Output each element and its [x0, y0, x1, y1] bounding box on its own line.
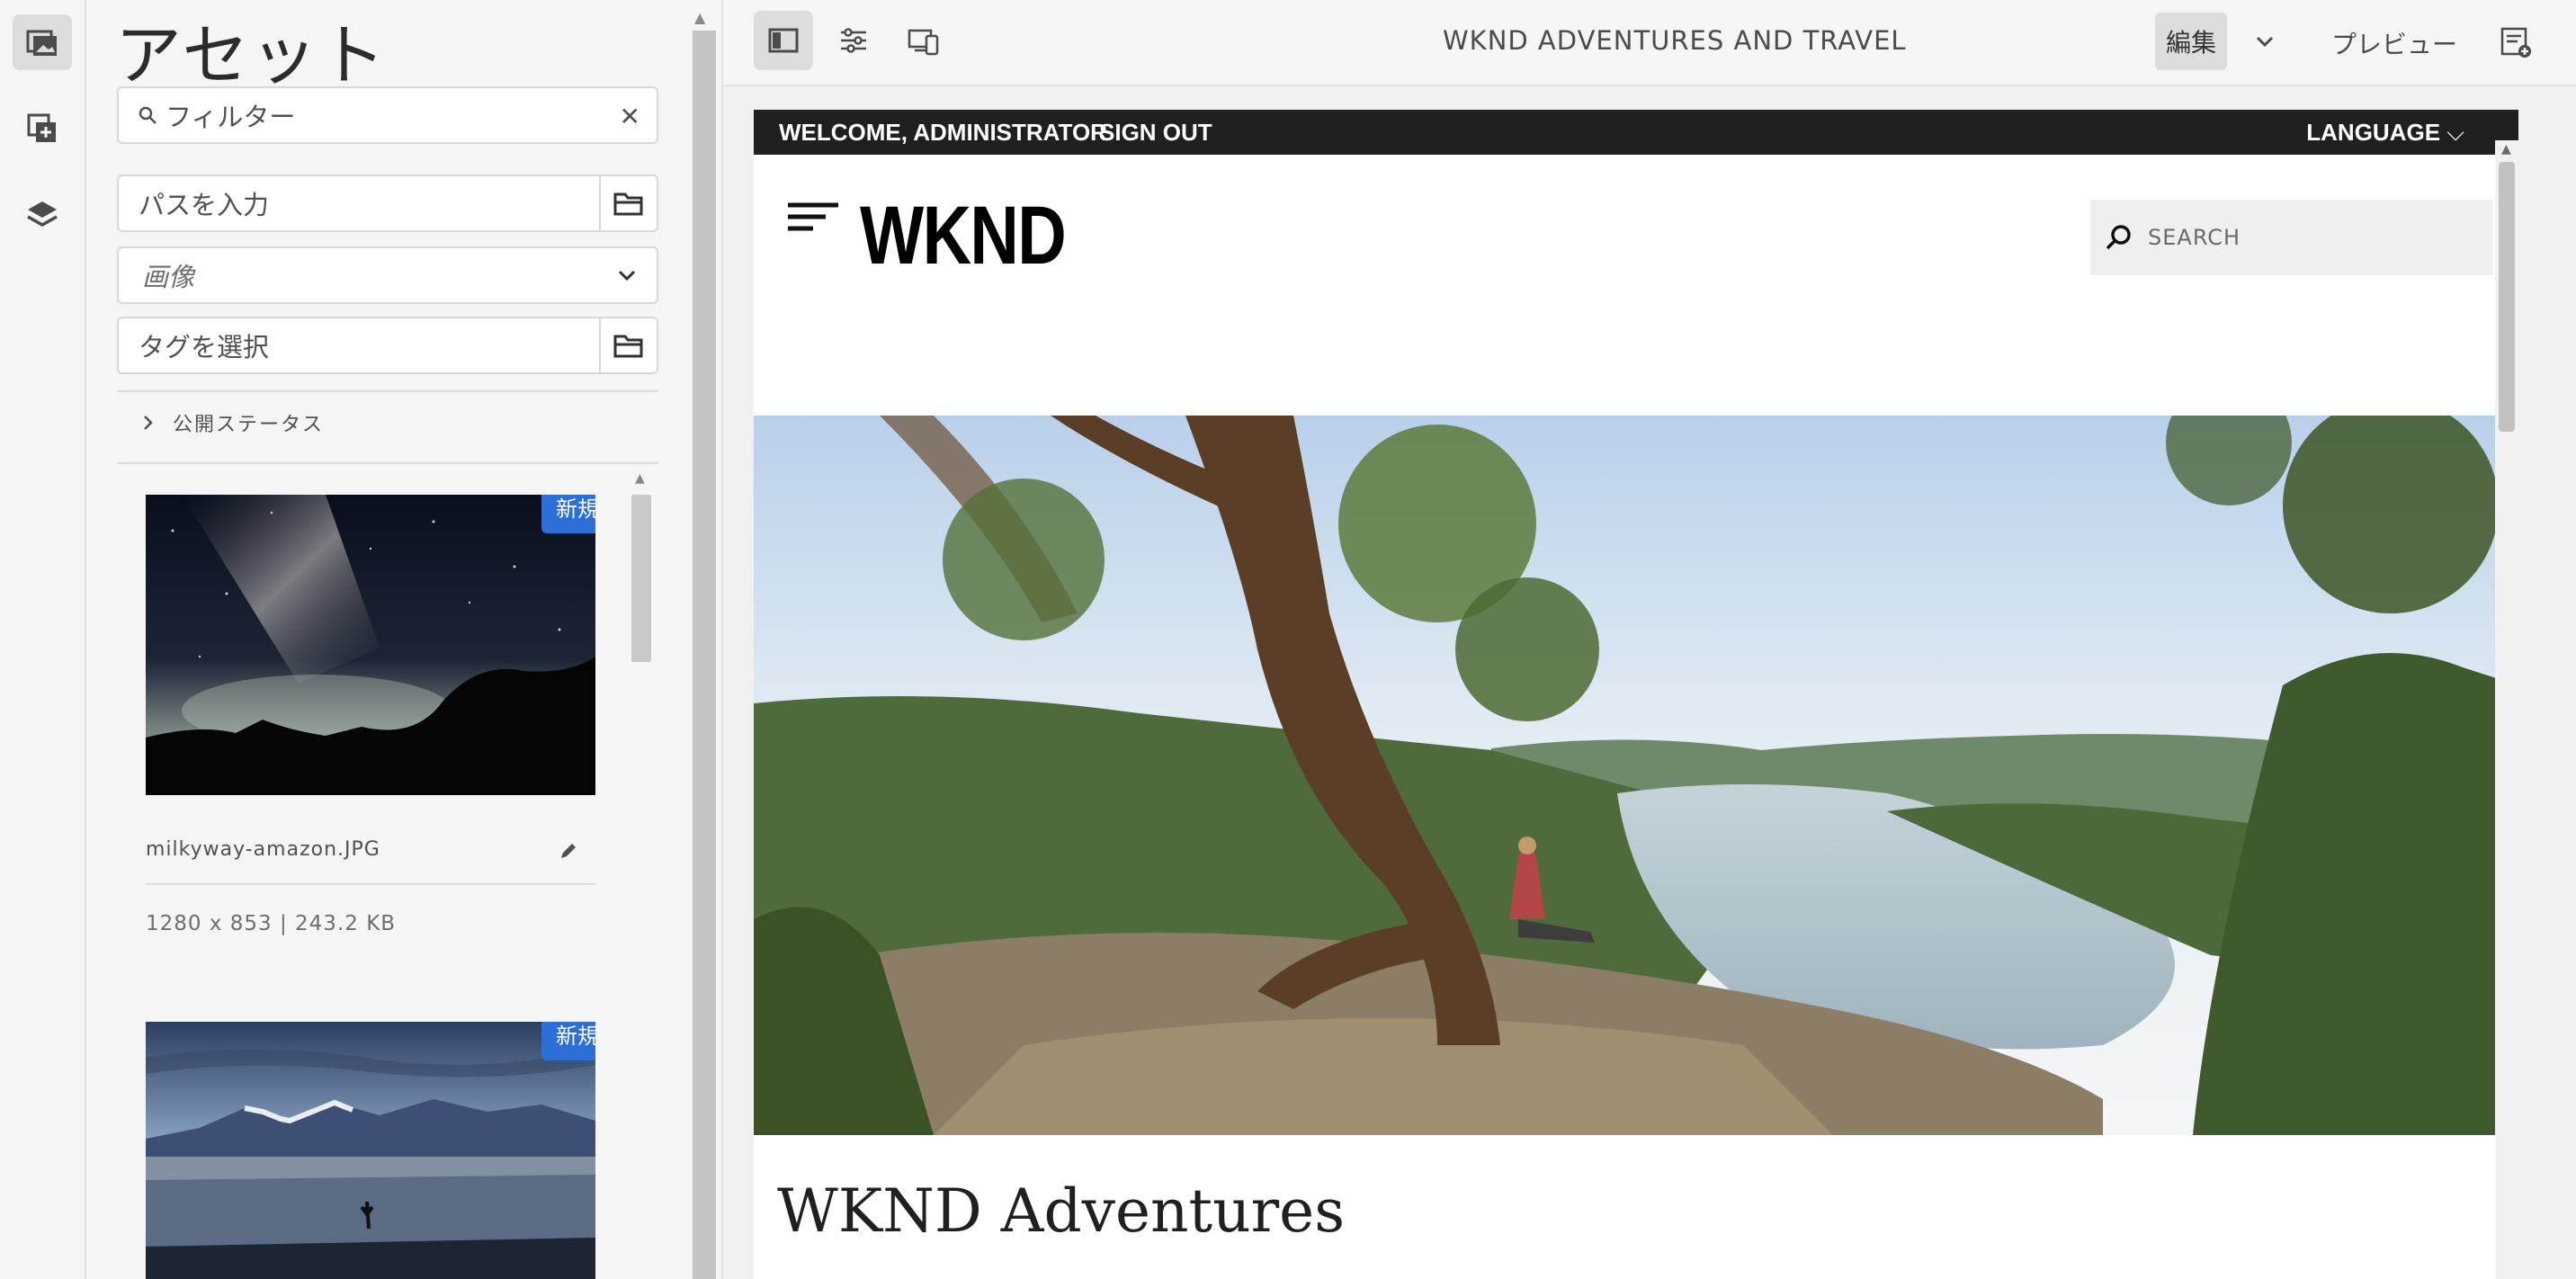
hamburger-menu-icon[interactable]	[786, 201, 840, 237]
side-panel-icon	[768, 28, 799, 53]
asset-card[interactable]: 新規 milkyway-amazon.JPG 1280 x 853 | 243.…	[146, 495, 595, 935]
tags-placeholder: タグを選択	[139, 332, 270, 362]
emulator-button[interactable]	[894, 11, 953, 70]
page-editor-frame[interactable]: WELCOME, ADMINISTRATOR SIGN OUT LANGUAGE…	[754, 110, 2518, 1279]
publish-status-label: 公開ステータス	[173, 414, 325, 436]
devices-icon	[908, 29, 939, 56]
splitter-bar[interactable]	[693, 31, 716, 1279]
site-utility-bar: WELCOME, ADMINISTRATOR SIGN OUT LANGUAGE…	[754, 110, 2518, 155]
publish-status-toggle[interactable]: 公開ステータス	[137, 408, 324, 437]
page-info-icon[interactable]	[2497, 23, 2535, 61]
edit-mode-button[interactable]: 編集	[2155, 13, 2227, 70]
assets-icon	[26, 30, 57, 56]
edit-pencil-icon[interactable]	[558, 840, 579, 862]
hero-image[interactable]	[754, 416, 2518, 1135]
components-tab-button[interactable]	[13, 101, 72, 157]
folder-icon	[613, 335, 643, 358]
site-search-input[interactable]: SEARCH	[2090, 200, 2493, 275]
scroll-up-arrow[interactable]: ▲	[2501, 142, 2511, 157]
editor-toolbar: WKND ADVENTURES AND TRAVEL 編集 プレビュー	[723, 0, 2576, 86]
scrollbar-thumb[interactable]	[2499, 162, 2515, 432]
content-tree-tab-button[interactable]	[13, 187, 72, 243]
site-search-placeholder: SEARCH	[2148, 225, 2241, 250]
sign-out-link[interactable]: SIGN OUT	[1099, 119, 1212, 147]
site-logo[interactable]: WKND	[860, 189, 1067, 283]
tags-field[interactable]: タグを選択	[117, 317, 658, 374]
filter-placeholder: フィルター	[165, 102, 296, 132]
clear-icon[interactable]: ✕	[620, 102, 640, 131]
path-field[interactable]: パスを入力	[117, 174, 658, 232]
scroll-up-arrow[interactable]: ▲	[635, 471, 645, 486]
filter-input[interactable]: フィルター ✕	[117, 86, 658, 144]
milkyway-image	[146, 495, 595, 795]
asset-card[interactable]: 新規	[146, 1022, 595, 1279]
divider	[117, 390, 658, 392]
asset-finder-panel: アセット フィルター ✕ パスを入力 画像 タグを選択 公開ステータス 新規 m…	[86, 0, 675, 1279]
layers-icon	[27, 201, 58, 228]
new-badge: 新規	[541, 495, 595, 533]
language-label: LANGUAGE	[2306, 119, 2441, 146]
divider	[117, 462, 658, 464]
toggle-side-panel-button[interactable]	[754, 11, 813, 70]
asset-thumbnail[interactable]: 新規	[146, 495, 595, 795]
scroll-up-arrow[interactable]: ▲	[694, 9, 705, 26]
path-browse-button[interactable]	[599, 176, 657, 230]
site-header: WKND SEARCH	[754, 155, 2518, 317]
chevron-down-icon: ⌵	[2446, 119, 2464, 146]
language-menu[interactable]: LANGUAGE ⌵	[2306, 119, 2464, 148]
welcome-text: WELCOME, ADMINISTRATOR	[779, 119, 1107, 146]
asset-type-select[interactable]: 画像	[117, 246, 658, 304]
chevron-down-icon[interactable]	[2247, 23, 2283, 59]
assets-tab-button[interactable]	[13, 14, 72, 70]
new-badge: 新規	[541, 1022, 595, 1060]
path-placeholder: パスを入力	[139, 190, 270, 220]
asset-type-value: 画像	[142, 262, 195, 292]
frame-scrollbar[interactable]: ▲	[2495, 140, 2518, 1279]
chevron-down-icon	[618, 270, 636, 282]
mountain-lake-image	[146, 1022, 595, 1279]
scrollbar-thumb[interactable]	[631, 495, 651, 662]
components-icon	[27, 113, 56, 142]
asset-thumbnail[interactable]: 新規	[146, 1022, 595, 1279]
sliders-icon	[841, 28, 866, 53]
panel-title: アセット	[115, 17, 388, 94]
folder-icon	[613, 192, 643, 216]
preview-button[interactable]: プレビュー	[2331, 25, 2457, 61]
asset-name: milkyway-amazon.JPG	[146, 838, 380, 861]
chevron-right-icon	[144, 416, 153, 430]
search-icon	[139, 106, 157, 124]
panel-splitter[interactable]: ▲	[675, 0, 723, 1279]
page-title-toolbar: WKND ADVENTURES AND TRAVEL	[1443, 25, 1907, 56]
side-rail	[0, 0, 86, 1279]
panel-scrollbar[interactable]: ▲	[630, 471, 651, 1279]
asset-meta: 1280 x 853 | 243.2 KB	[146, 912, 397, 935]
page-heading: WKND Adventures	[777, 1176, 1346, 1246]
tags-browse-button[interactable]	[599, 318, 657, 372]
search-icon	[2106, 225, 2131, 250]
asset-name-row: milkyway-amazon.JPG	[146, 838, 595, 885]
page-properties-button[interactable]	[824, 11, 883, 70]
